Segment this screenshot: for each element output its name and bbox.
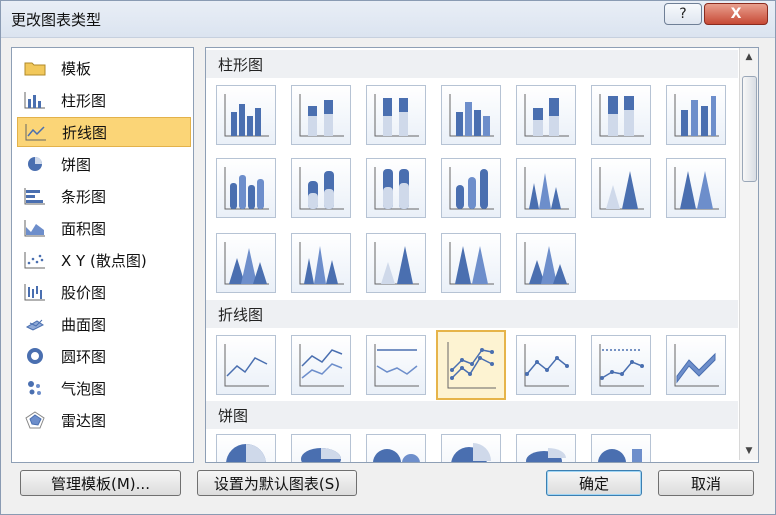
- subtype-stacked-column[interactable]: [291, 85, 351, 145]
- subtype-stacked-line-with-markers[interactable]: [516, 335, 576, 395]
- subtype-3d-pie[interactable]: [291, 434, 351, 462]
- subtype-3d-cone[interactable]: [216, 233, 276, 293]
- chart-type-item-line[interactable]: 折线图: [17, 117, 191, 147]
- scatter-chart-icon: [23, 249, 47, 271]
- folder-icon: [23, 57, 47, 79]
- bar-chart-icon: [23, 185, 47, 207]
- chart-type-label: 雷达图: [61, 411, 107, 430]
- chart-type-item-templates[interactable]: 模板: [17, 53, 191, 83]
- chart-type-item-surface[interactable]: 曲面图: [17, 309, 191, 339]
- chart-type-label: 圆环图: [61, 347, 107, 366]
- section-header-column: 柱形图: [206, 50, 738, 78]
- subtype-clustered-cylinder[interactable]: [216, 158, 276, 218]
- chart-type-item-radar[interactable]: 雷达图: [17, 405, 191, 435]
- subtype-3d-column[interactable]: [666, 85, 726, 145]
- chart-type-item-bubble[interactable]: 气泡图: [17, 373, 191, 403]
- subtype-stacked-line[interactable]: [291, 335, 351, 395]
- subtype-stacked-pyramid[interactable]: [366, 233, 426, 293]
- subtype-100-stacked-cylinder[interactable]: [366, 158, 426, 218]
- surface-chart-icon: [23, 313, 47, 335]
- close-icon: X: [730, 6, 742, 22]
- radar-chart-icon: [23, 409, 47, 431]
- subtype-3d-clustered-column[interactable]: [441, 85, 501, 145]
- title-bar: 更改图表类型 ? X: [1, 1, 775, 38]
- subtype-clustered-column[interactable]: [216, 85, 276, 145]
- bubble-chart-icon: [23, 377, 47, 399]
- chart-type-label: 面积图: [61, 219, 107, 238]
- help-icon: ?: [679, 6, 687, 22]
- subtype-clustered-pyramid[interactable]: [291, 233, 351, 293]
- subtype-3d-100-stacked-column[interactable]: [591, 85, 651, 145]
- subtype-100-stacked-line[interactable]: [366, 335, 426, 395]
- chart-type-item-pie[interactable]: 饼图: [17, 149, 191, 179]
- subtype-pie[interactable]: [216, 434, 276, 462]
- subtype-3d-stacked-column[interactable]: [516, 85, 576, 145]
- chart-type-item-area[interactable]: 面积图: [17, 213, 191, 243]
- manage-templates-button[interactable]: 管理模板(M)...: [20, 470, 181, 496]
- pie-chart-icon: [23, 153, 47, 175]
- subtype-line-with-markers[interactable]: [436, 330, 506, 400]
- chart-type-item-column[interactable]: 柱形图: [17, 85, 191, 115]
- chart-type-item-doughnut[interactable]: 圆环图: [17, 341, 191, 371]
- help-button[interactable]: ?: [664, 3, 702, 25]
- scroll-up-icon[interactable]: ▲: [740, 48, 758, 66]
- chart-type-label: 折线图: [62, 123, 108, 142]
- subtype-100-stacked-cone[interactable]: [666, 158, 726, 218]
- chart-type-item-bar[interactable]: 条形图: [17, 181, 191, 211]
- subtype-line[interactable]: [216, 335, 276, 395]
- chart-type-label: X Y (散点图): [61, 251, 147, 270]
- ok-button[interactable]: 确定: [546, 470, 642, 496]
- chart-subtype-gallery: 柱形图 折线图 饼图 ▲ ▼: [205, 47, 759, 463]
- line-chart-icon: [24, 121, 48, 143]
- chart-type-label: 饼图: [61, 155, 92, 174]
- chart-type-list: 模板 柱形图 折线图 饼图 条形图 面积图 X Y (散点图) 股价图 曲面图 …: [11, 47, 194, 463]
- subtype-pie-of-pie[interactable]: [366, 434, 426, 462]
- subtype-3d-line[interactable]: [666, 335, 726, 395]
- section-header-line: 折线图: [206, 300, 738, 328]
- subtype-3d-pyramid[interactable]: [516, 233, 576, 293]
- set-as-default-chart-button[interactable]: 设置为默认图表(S): [197, 470, 357, 496]
- section-header-pie: 饼图: [206, 401, 738, 429]
- subtype-3d-cylinder[interactable]: [441, 158, 501, 218]
- close-button[interactable]: X: [704, 3, 768, 25]
- subtype-3d-exploded-pie[interactable]: [516, 434, 576, 462]
- stock-chart-icon: [23, 281, 47, 303]
- subtype-100-stacked-line-with-markers[interactable]: [591, 335, 651, 395]
- gallery-scrollbar[interactable]: ▲ ▼: [739, 48, 758, 460]
- subtype-100-stacked-pyramid[interactable]: [441, 233, 501, 293]
- doughnut-chart-icon: [23, 345, 47, 367]
- chart-type-label: 模板: [61, 59, 92, 78]
- change-chart-type-dialog: 更改图表类型 ? X 模板 柱形图 折线图 饼图 条形图 面积图 X Y (散点…: [0, 0, 776, 515]
- area-chart-icon: [23, 217, 47, 239]
- chart-type-label: 条形图: [61, 187, 107, 206]
- scroll-down-icon[interactable]: ▼: [740, 442, 758, 460]
- subtype-stacked-cylinder[interactable]: [291, 158, 351, 218]
- subtype-stacked-cone[interactable]: [591, 158, 651, 218]
- chart-type-label: 曲面图: [61, 315, 107, 334]
- chart-type-label: 气泡图: [61, 379, 107, 398]
- column-chart-icon: [23, 89, 47, 111]
- subtype-100-stacked-column[interactable]: [366, 85, 426, 145]
- chart-type-label: 股价图: [61, 283, 107, 302]
- subtype-exploded-pie[interactable]: [441, 434, 501, 462]
- chart-type-item-stock[interactable]: 股价图: [17, 277, 191, 307]
- chart-type-item-scatter[interactable]: X Y (散点图): [17, 245, 191, 275]
- scrollbar-thumb[interactable]: [742, 76, 757, 182]
- subtype-bar-of-pie[interactable]: [591, 434, 651, 462]
- dialog-title: 更改图表类型: [11, 11, 102, 29]
- cancel-button[interactable]: 取消: [658, 470, 754, 496]
- subtype-clustered-cone[interactable]: [516, 158, 576, 218]
- chart-type-label: 柱形图: [61, 91, 107, 110]
